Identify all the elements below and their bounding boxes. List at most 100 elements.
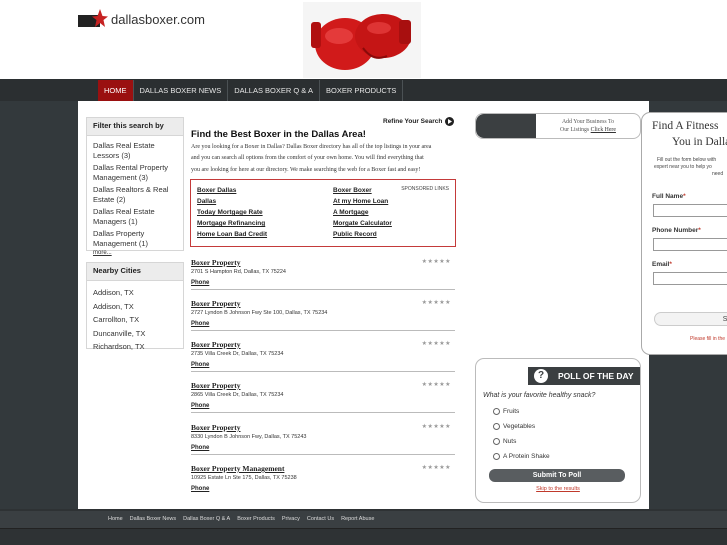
list-item: Boxer Property ★★★★★ 2735 Villa Creek Dr…	[191, 340, 455, 372]
listing-address: 8330 Lyndon B Johnson Fwy, Dallas, TX 75…	[191, 434, 307, 440]
listing-name[interactable]: Boxer Property	[191, 258, 455, 267]
add-business-line2: Our Listings	[560, 127, 591, 133]
nav-dallas-boxer-news[interactable]: DALLAS BOXER NEWS	[134, 80, 229, 101]
phone-input[interactable]	[653, 238, 727, 251]
nearby-cities-box: Nearby Cities Addison, TX Addison, TX Ca…	[86, 262, 184, 351]
poll-header: ? POLL OF THE DAY	[528, 367, 640, 385]
listing-address: 2701 S Hampton Rd, Dallas, TX 75224	[191, 269, 286, 275]
city-link[interactable]: Addison, TX	[87, 286, 183, 300]
refine-search-label: Refine Your Search	[383, 118, 443, 125]
site-logo[interactable]: dallasboxer.com	[78, 8, 205, 30]
footer-link-contact[interactable]: Contact Us	[307, 516, 334, 522]
sponsored-link[interactable]: Mortgage Refinancing	[197, 220, 265, 227]
listing-phone-link[interactable]: Phone	[191, 403, 455, 409]
radio-button[interactable]	[493, 408, 500, 415]
footer-link-news[interactable]: Dallas Boxer News	[130, 516, 176, 522]
listing-address: 2727 Lyndon B Johnson Fwy Ste 100, Dalla…	[191, 310, 328, 316]
city-link[interactable]: Carrollton, TX	[87, 313, 183, 327]
divider	[191, 371, 455, 372]
divider	[191, 330, 455, 331]
listing-address: 2865 Villa Creek Dr, Dallas, TX 75234	[191, 392, 284, 398]
sponsored-link[interactable]: Dallas	[197, 198, 216, 205]
filter-more-link[interactable]: more...	[87, 250, 183, 256]
fitness-desc: need	[712, 171, 724, 177]
email-input[interactable]	[653, 272, 727, 285]
intro-text: Are you looking for a Boxer in Dallas? D…	[191, 142, 461, 176]
footer-link-privacy[interactable]: Privacy	[282, 516, 300, 522]
rating-stars: ★★★★★	[421, 259, 451, 265]
footer-link-home[interactable]: Home	[108, 516, 123, 522]
intro-line: Are you looking for a Boxer in Dallas? D…	[191, 144, 432, 150]
list-item: Boxer Property ★★★★★ 2701 S Hampton Rd, …	[191, 258, 455, 290]
listing-name[interactable]: Boxer Property	[191, 340, 455, 349]
divider	[191, 412, 455, 413]
sponsored-link[interactable]: Public Record	[333, 231, 377, 238]
filter-item[interactable]: Dallas Property Management (1)	[87, 228, 183, 250]
sponsored-link[interactable]: Morgate Calculator	[333, 220, 392, 227]
sponsored-link[interactable]: A Mortgage	[333, 209, 369, 216]
sponsored-link[interactable]: At my Home Loan	[333, 198, 388, 205]
listing-name[interactable]: Boxer Property	[191, 381, 455, 390]
radio-button[interactable]	[493, 423, 500, 430]
footer-link-products[interactable]: Boxer Products	[237, 516, 275, 522]
email-label: Email*	[652, 261, 672, 268]
fitness-desc: expert near you to help yo	[654, 164, 712, 170]
footer-link-report-abuse[interactable]: Report Abuse	[341, 516, 374, 522]
nearby-cities-title: Nearby Cities	[87, 263, 183, 281]
filter-item[interactable]: Dallas Realtors & Real Estate (2)	[87, 184, 183, 206]
sponsored-link[interactable]: Home Loan Bad Credit	[197, 231, 267, 238]
poll-option-label: Fruits	[503, 408, 520, 415]
filter-box: Filter this search by Dallas Real Estate…	[86, 117, 184, 256]
banner-dark-panel	[476, 114, 536, 138]
fitness-desc: Fill out the form below with	[657, 157, 717, 163]
sponsored-link[interactable]: Today Mortgage Rate	[197, 209, 263, 216]
poll-option-label: Nuts	[503, 438, 517, 445]
question-mark-icon: ?	[534, 369, 548, 383]
skip-to-results-link[interactable]: Skip to the results	[476, 486, 640, 492]
nav-home[interactable]: HOME	[98, 80, 134, 101]
listing-name[interactable]: Boxer Property	[191, 299, 455, 308]
filter-item[interactable]: Dallas Rental Property Management (3)	[87, 162, 183, 184]
rating-stars: ★★★★★	[421, 465, 451, 471]
listing-phone-link[interactable]: Phone	[191, 445, 455, 451]
submit-poll-button[interactable]: Submit To Poll	[489, 469, 625, 482]
fitness-title-line2: You in Dalla	[672, 136, 727, 148]
filter-item[interactable]: Dallas Real Estate Lessors (3)	[87, 140, 183, 162]
footer-links: Home Dallas Boxer News Dallas Boxer Q & …	[108, 516, 374, 522]
fitness-title: Find A Fitness	[652, 120, 719, 132]
listing-phone-link[interactable]: Phone	[191, 486, 455, 492]
rating-stars: ★★★★★	[421, 424, 451, 430]
listing-phone-link[interactable]: Phone	[191, 362, 455, 368]
add-business-banner[interactable]: Add Your Business To Our Listings Click …	[475, 113, 641, 139]
refine-search-link[interactable]: Refine Your Search	[383, 117, 455, 126]
poll-option[interactable]: Vegetables	[493, 423, 535, 430]
poll-title: POLL OF THE DAY	[558, 371, 634, 381]
add-business-text: Add Your Business To Our Listings Click …	[540, 118, 636, 134]
poll-option[interactable]: A Protein Shake	[493, 453, 550, 460]
listing-name[interactable]: Boxer Property	[191, 423, 455, 432]
filter-item[interactable]: Dallas Real Estate Managers (1)	[87, 206, 183, 228]
listing-phone-link[interactable]: Phone	[191, 321, 455, 327]
nav-boxer-products[interactable]: BOXER PRODUCTS	[320, 80, 404, 101]
poll-option-label: Vegetables	[503, 423, 536, 430]
sponsored-link[interactable]: Boxer Boxer	[333, 187, 372, 194]
click-here-link[interactable]: Click Here	[591, 127, 616, 133]
logo-star-icon	[78, 9, 108, 29]
poll-option[interactable]: Fruits	[493, 408, 519, 415]
poll-option[interactable]: Nuts	[493, 438, 516, 445]
city-link[interactable]: Addison, TX	[87, 300, 183, 314]
fitness-submit-button[interactable]: Subm	[654, 312, 727, 326]
radio-button[interactable]	[493, 453, 500, 460]
full-name-input[interactable]	[653, 204, 727, 217]
footer-link-qa[interactable]: Dallas Boxer Q & A	[183, 516, 230, 522]
sponsored-link[interactable]: Boxer Dallas	[197, 187, 236, 194]
add-business-line1: Add Your Business To	[562, 119, 614, 125]
nav-dallas-boxer-qa[interactable]: DALLAS BOXER Q & A	[228, 80, 320, 101]
city-link[interactable]: Richardson, TX	[87, 340, 183, 354]
listing-phone-link[interactable]: Phone	[191, 280, 455, 286]
divider	[191, 454, 455, 455]
city-link[interactable]: Duncanville, TX	[87, 327, 183, 341]
footer: Home Dallas Boxer News Dallas Boxer Q & …	[0, 509, 727, 545]
radio-button[interactable]	[493, 438, 500, 445]
listing-name[interactable]: Boxer Property Management	[191, 464, 455, 473]
